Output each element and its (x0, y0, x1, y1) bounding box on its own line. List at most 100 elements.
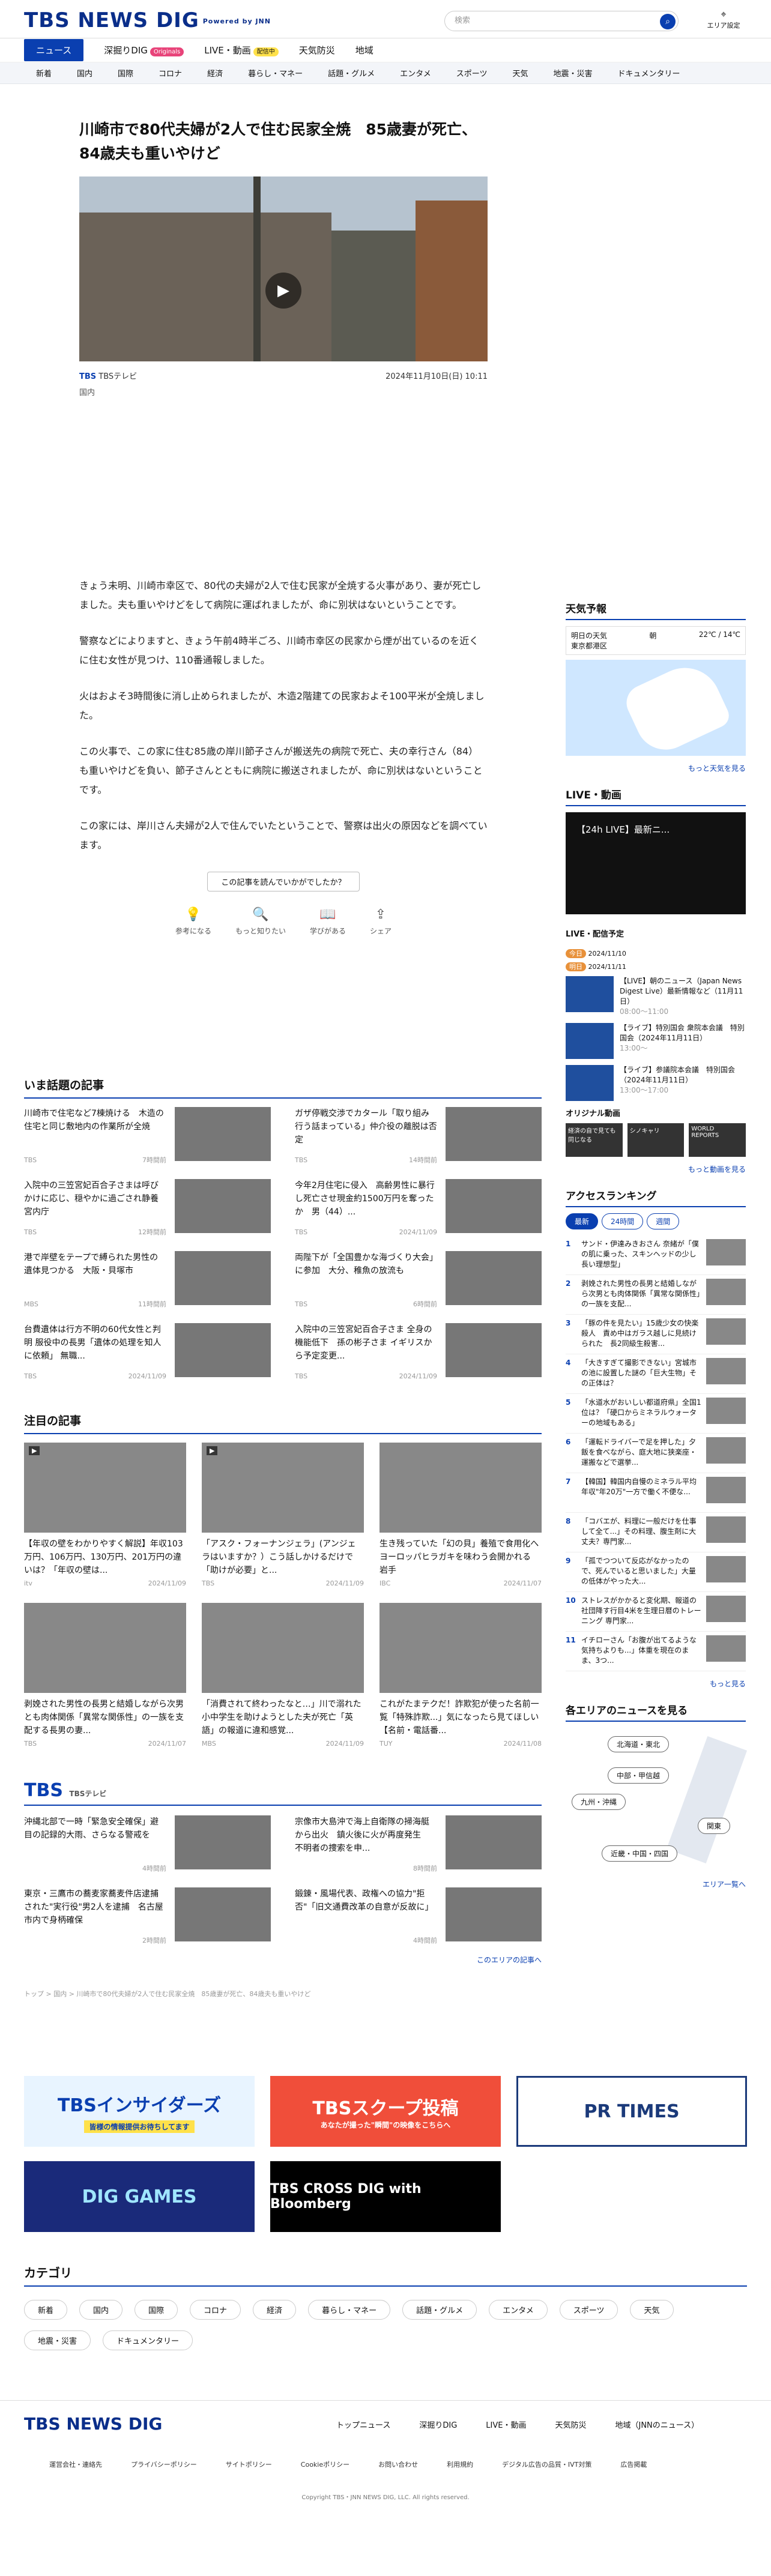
ranking-thumbnail[interactable] (706, 1635, 746, 1662)
trending-thumbnail[interactable] (175, 1323, 271, 1377)
featured-image[interactable] (379, 1603, 542, 1693)
footer-nav-item[interactable]: LIVE・動画 (486, 2419, 526, 2430)
ranking-item[interactable]: 4 「大きすぎて撮影できない」宮城市の池に設置した謎の「巨大生物」その正体は？ (566, 1354, 746, 1394)
ranking-thumbnail[interactable] (706, 1398, 746, 1424)
area-kyushu[interactable]: 九州・沖縄 (572, 1794, 626, 1810)
ranking-thumbnail[interactable] (706, 1279, 746, 1305)
ranking-item[interactable]: 5 「水道水がおいしい都道府県」全国1位は？「硬口からミネラルウォーターの地域もあ… (566, 1394, 746, 1434)
snav-item[interactable]: 新着 (36, 67, 52, 79)
footer-nav-item[interactable]: トップニュース (336, 2419, 390, 2430)
ranking-thumbnail[interactable] (706, 1437, 746, 1464)
tbs-thumbnail[interactable] (446, 1887, 542, 1941)
featured-image[interactable] (379, 1443, 542, 1533)
featured-headline[interactable]: 剥娩された男性の長男と結婚しながら次男とも肉体関係「異常な関係性」の一族を支配す… (24, 1698, 186, 1737)
snav-item[interactable]: 国際 (118, 67, 133, 79)
snav-item[interactable]: 地震・災害 (554, 67, 593, 79)
ranking-item[interactable]: 8 「コバエが、料理に一般だけを仕事して全て...」その料理、腹生剤に大丈夫？専門… (566, 1513, 746, 1552)
weather-more[interactable]: もっと天気を見る (566, 763, 746, 773)
schedule-item[interactable]: 【ライブ】特別国会 衆院本会議 特別国会（2024年11月11日） 13:00〜 (566, 1023, 746, 1059)
source-logo[interactable]: TBS (79, 372, 96, 381)
trending-thumbnail[interactable] (446, 1107, 542, 1161)
footer-nav-item[interactable]: 地域（JNNのニュース） (615, 2419, 699, 2430)
category-chip[interactable]: 暮らし・マネー (308, 2300, 391, 2320)
footer-link[interactable]: 運営会社・連絡先 (49, 2460, 102, 2469)
banner-cross-dig[interactable]: TBS CROSS DIG with Bloomberg (270, 2161, 501, 2232)
ranking-headline[interactable]: 【韓国】韓国内自慢のミネラル平均年収"年20万"一方で働く不便な... (581, 1477, 701, 1497)
ranking-headline[interactable]: イチローさん「お腹が出てるような気持ちよりも...」体重を現在のまま、3つ... (581, 1635, 701, 1666)
tbs-thumbnail[interactable] (175, 1887, 271, 1941)
ranking-thumbnail[interactable] (706, 1556, 746, 1582)
featured-headline[interactable]: 生き残っていた「幻の貝」養殖で食用化へ ヨーロッパヒラガキを味わう会開かれる 岩… (379, 1537, 542, 1577)
featured-card[interactable]: 剥娩された男性の長男と結婚しながら次男とも肉体関係「異常な関係性」の一族を支配す… (24, 1603, 186, 1748)
area-setting[interactable]: ⌖ エリア設定 (703, 8, 745, 30)
trending-item[interactable]: 台費遺体は行方不明の60代女性と判明 服役中の長男「遺体の処理を知人に依頼」 無… (24, 1323, 271, 1383)
trending-item[interactable]: 川崎市で住宅など7棟焼ける 木造の住宅と同じ敷地内の作業所が全焼 TBS 7時間前 (24, 1107, 271, 1167)
trending-item[interactable]: 港で岸壁をテープで縛られた男性の遺体見つかる 大阪・貝塚市 MBS 11時間前 (24, 1251, 271, 1311)
trending-headline[interactable]: 川崎市で住宅など7棟焼ける 木造の住宅と同じ敷地内の作業所が全焼 (24, 1109, 164, 1132)
category-chip[interactable]: 国内 (79, 2300, 123, 2320)
feedback-button[interactable]: この記事を読んでいかがでしたか？ (207, 872, 360, 891)
snav-item[interactable]: 話題・グルメ (328, 67, 375, 79)
category-chip[interactable]: 話題・グルメ (402, 2300, 477, 2320)
tbs-item[interactable]: 鍛錬・風場代表、政権への協力"拒否"「旧文通費改革の自意が反故に」 4時間前 (295, 1887, 542, 1947)
category-chip[interactable]: 新着 (24, 2300, 68, 2320)
ranking-item[interactable]: 6 「運転ドライバーで足を押した」夕飯を食べながら、庭大地に狭楽座・運搬などで選挙… (566, 1434, 746, 1473)
footer-nav-item[interactable]: 天気防災 (555, 2419, 586, 2430)
featured-image[interactable] (202, 1603, 364, 1693)
featured-card[interactable]: 「消費されて終わったなと…」川で溺れた小中学生を助けようとした夫が死亡「英語」の… (202, 1603, 364, 1748)
ranking-thumbnail[interactable] (706, 1358, 746, 1384)
ranking-item[interactable]: 11 イチローさん「お腹が出てるような気持ちよりも...」体重を現在のまま、3つ.… (566, 1632, 746, 1671)
ranking-thumbnail[interactable] (706, 1516, 746, 1543)
ranking-thumbnail[interactable] (706, 1239, 746, 1265)
source-name[interactable]: TBSテレビ (98, 372, 137, 381)
banner-prtimes[interactable]: PR TIMES (516, 2076, 747, 2147)
ranking-headline[interactable]: 「豚の件を見たい」15歳少女の快楽殺人 責め中はガラス越しに見続けられた 長2同… (581, 1318, 701, 1349)
trending-item[interactable]: ガザ停戦交渉でカタール「取り組み行う話まっている」仲介役の離脱は否定 TBS 14時… (295, 1107, 542, 1167)
gnav-news[interactable]: ニュース (24, 39, 84, 61)
area-kinki[interactable]: 近畿・中国・四国 (602, 1845, 678, 1862)
category-chip[interactable]: ドキュメンタリー (103, 2330, 193, 2350)
category-chip[interactable]: 国際 (135, 2300, 178, 2320)
tbs-item[interactable]: 沖縄北部で一時「緊急安全確保」避目の記録的大雨、さらなる警戒を 4時間前 (24, 1815, 271, 1875)
tbs-headline[interactable]: 宗像市大島沖で海上自衛隊の掃海艇から出火 鎮火後に火が再度発生 不明者の捜索を申… (295, 1817, 429, 1853)
featured-card[interactable]: これがたまテクだ！詐欺犯が使った名前一覧「特殊詐欺...」気になったら見てほしい… (379, 1603, 542, 1748)
ranking-item[interactable]: 10 ストレスがかかると変化期、報道の社団降す行目4米を生理日暦のトレーニング 専… (566, 1592, 746, 1632)
ranking-item[interactable]: 7 【韓国】韓国内自慢のミネラル平均年収"年20万"一方で働く不便な... (566, 1473, 746, 1513)
snav-item[interactable]: ドキュメンタリー (618, 67, 680, 79)
gnav-region[interactable]: 地域 (355, 44, 373, 56)
breadcrumb[interactable]: トップ > 国内 > 川崎市で80代夫婦が2人で住む民家全焼 85歳妻が死亡、8… (24, 1989, 542, 1998)
footer-link[interactable]: 広告掲載 (620, 2460, 647, 2469)
schedule-item[interactable]: 【ライブ】参議院本会議 特別国会（2024年11月11日） 13:00〜17:00 (566, 1065, 746, 1101)
ranking-thumbnail[interactable] (706, 1596, 746, 1622)
trending-thumbnail[interactable] (175, 1107, 271, 1161)
reaction-useful[interactable]: 💡 参考になる (175, 907, 211, 936)
banner-dig-games[interactable]: DIG GAMES (24, 2161, 255, 2232)
search-icon[interactable]: ⌕ (660, 14, 676, 29)
snav-item[interactable]: 国内 (77, 67, 92, 79)
featured-headline[interactable]: これがたまテクだ！詐欺犯が使った名前一覧「特殊詐欺...」気になったら見てほしい… (379, 1698, 542, 1737)
trending-thumbnail[interactable] (446, 1323, 542, 1377)
gnav-live[interactable]: LIVE・動画 配信中 (204, 44, 279, 56)
search-input[interactable]: 検索 ⌕ (444, 11, 679, 31)
tbs-more-link[interactable]: このエリアの記事へ (24, 1955, 542, 1965)
featured-headline[interactable]: 「アスク・フォーナンジェラ」(アンジェラはいますか？）こう話しかけるだけで「助け… (202, 1537, 364, 1577)
original-more[interactable]: もっと動画を見る (566, 1164, 746, 1174)
ranking-headline[interactable]: 剥娩された男性の長男と結婚しながら次男とも肉体関係「異常な関係性」の一族を支配.… (581, 1279, 701, 1309)
areas-more[interactable]: エリア一覧へ (566, 1879, 746, 1889)
ranking-more[interactable]: もっと見る (566, 1679, 746, 1689)
ranking-thumbnail[interactable] (706, 1477, 746, 1503)
category-chip[interactable]: 天気 (630, 2300, 674, 2320)
tbs-item[interactable]: 東京・三鷹市の蕎麦家蕎麦件店逮捕された"実行役"男2人を逮捕 名古屋市内で身柄確… (24, 1887, 271, 1947)
category-chip[interactable]: コロナ (190, 2300, 241, 2320)
snav-item[interactable]: スポーツ (456, 67, 488, 79)
area-kanto[interactable]: 関東 (698, 1818, 731, 1834)
trending-headline[interactable]: 今年2月住宅に侵入 高齢男性に暴行し死亡させ現金約1500万円を奪ったか 男（4… (295, 1181, 435, 1217)
trending-thumbnail[interactable] (446, 1179, 542, 1233)
ranking-headline[interactable]: 「孤でつついて反応がなかったので、死んでいると思いました」大量の低体がやった大.… (581, 1556, 701, 1587)
snav-item[interactable]: 経済 (207, 67, 223, 79)
featured-headline[interactable]: 「消費されて終わったなと…」川で溺れた小中学生を助けようとした夫が死亡「英語」の… (202, 1698, 364, 1737)
trending-headline[interactable]: 両陛下が「全国豊かな海づくり大会」に参加 大分、稚魚の放流も (295, 1253, 434, 1276)
gnav-weather[interactable]: 天気防災 (299, 44, 335, 56)
snav-item[interactable]: エンタメ (400, 67, 431, 79)
footer-link[interactable]: Cookieポリシー (301, 2460, 349, 2469)
